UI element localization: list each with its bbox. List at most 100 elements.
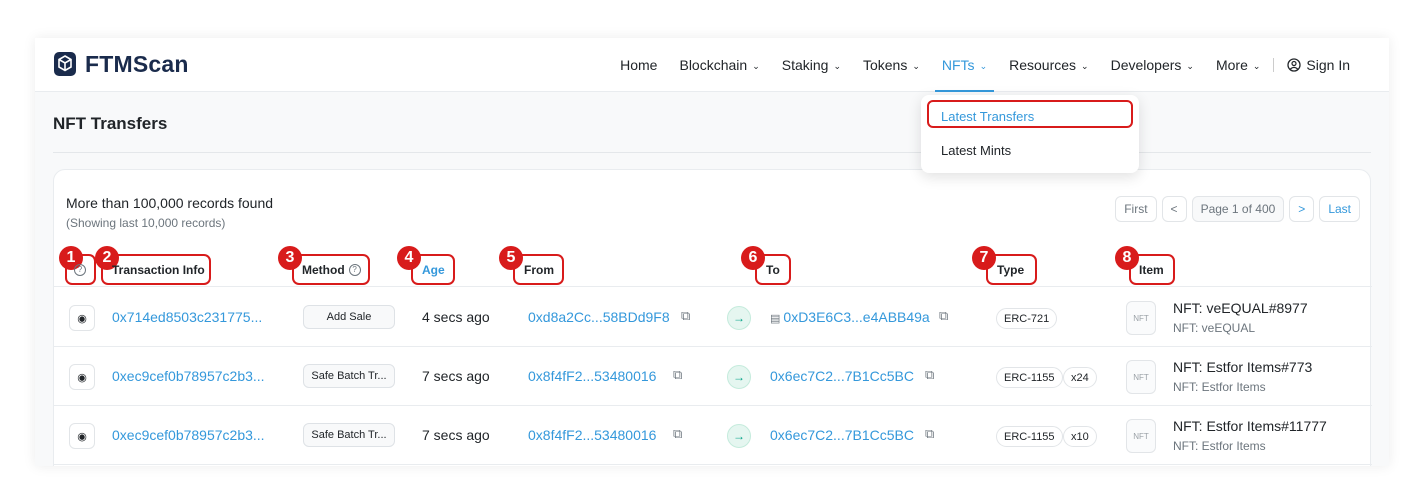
eye-icon[interactable]: ◉ <box>69 423 95 449</box>
age-text: 7 secs ago <box>422 368 490 384</box>
column-label: Method <box>302 262 345 277</box>
annotation-badge: 8 <box>1115 246 1139 270</box>
method-badge: Safe Batch Tr... <box>303 423 395 447</box>
nav-label: Developers <box>1110 57 1182 73</box>
sign-in-label: Sign In <box>1306 57 1350 73</box>
chevron-down-icon: ⌄ <box>1186 60 1194 71</box>
nav-label: Blockchain <box>679 57 748 73</box>
copy-icon[interactable]: ⧉ <box>939 308 948 324</box>
to-address-text: 0xD3E6C3...e4ABB49a <box>783 309 930 325</box>
contract-doc-icon: ▤ <box>770 313 781 325</box>
arrow-right-icon: → <box>727 306 751 330</box>
age-text: 4 secs ago <box>422 309 490 325</box>
nav-blockchain[interactable]: Blockchain ⌄ <box>668 38 770 92</box>
eye-icon[interactable]: ◉ <box>69 364 95 390</box>
item-collection: NFT: Estfor Items <box>1173 439 1266 453</box>
question-icon: ? <box>74 263 86 276</box>
tx-hash-link[interactable]: 0x714ed8503c231775... <box>112 309 262 325</box>
nav-label: Home <box>620 57 658 73</box>
column-label: Type <box>997 262 1025 277</box>
token-standard-badge: ERC-1155 <box>996 367 1063 388</box>
item-name[interactable]: NFT: Estfor Items#11777 <box>1173 418 1327 434</box>
nav-label: Tokens <box>862 57 908 73</box>
last-page-button[interactable]: Last <box>1319 196 1360 222</box>
from-address-link[interactable]: 0x8f4fF2...53480016 <box>528 368 656 384</box>
to-address-link[interactable]: 0x6ec7C2...7B1Cc5BC <box>770 368 914 384</box>
col-info-icon[interactable]: ? <box>74 255 86 284</box>
annotation-badge: 3 <box>278 246 302 270</box>
col-age[interactable]: Age <box>422 255 445 284</box>
table-row: ◉ 0xec9cef0b78957c2b3... Safe Batch Tr..… <box>54 406 1372 465</box>
age-text: 7 secs ago <box>422 427 490 443</box>
brand-logo[interactable]: FTMScan <box>53 50 189 78</box>
col-type: Type <box>997 255 1024 284</box>
item-name[interactable]: NFT: veEQUAL#8977 <box>1173 300 1308 316</box>
nav-more[interactable]: More ⌄ <box>1205 38 1271 92</box>
method-badge: Safe Batch Tr... <box>303 364 395 388</box>
records-count: More than 100,000 records found <box>66 195 274 211</box>
chevron-down-icon: ⌄ <box>979 60 988 71</box>
nft-thumbnail[interactable]: NFT <box>1126 419 1156 453</box>
nav-resources[interactable]: Resources ⌄ <box>998 38 1099 92</box>
table-header: 1 ? 2 Transaction Info 3 Method? 4 Age 5… <box>54 246 1372 287</box>
copy-icon[interactable]: ⧉ <box>673 367 682 383</box>
chevron-down-icon: ⌄ <box>752 60 760 71</box>
question-icon[interactable]: ? <box>348 263 361 276</box>
browser-page: FTMScan Home Blockchain ⌄ Staking ⌄ Tokens… <box>35 38 1389 466</box>
nav-label: NFTs <box>941 57 975 73</box>
col-from: From <box>524 255 554 284</box>
from-address-link[interactable]: 0x8f4fF2...53480016 <box>528 427 656 443</box>
brand-name: FTMScan <box>85 50 189 77</box>
nft-thumbnail[interactable]: NFT <box>1126 301 1156 335</box>
item-name[interactable]: NFT: Estfor Items#773 <box>1173 359 1312 375</box>
table-row: ◉ 0x714ed8503c231775... Add Sale 4 secs … <box>54 288 1372 347</box>
page-indicator: Page 1 of 400 <box>1191 196 1285 222</box>
from-address-link[interactable]: 0xd8a2Cc...58BDd9F8 <box>528 309 670 325</box>
records-showing: (Showing last 10,000 records) <box>66 216 226 230</box>
copy-icon[interactable]: ⧉ <box>925 367 934 383</box>
nav-label: Resources <box>1009 57 1077 73</box>
divider <box>53 152 1371 153</box>
page-title: NFT Transfers <box>53 114 168 133</box>
user-circle-icon <box>1287 58 1302 72</box>
copy-icon[interactable]: ⧉ <box>673 426 682 442</box>
transfers-card: More than 100,000 records found (Showing… <box>53 169 1372 466</box>
column-label: Transaction Info <box>112 262 205 277</box>
menu-item-latest-mints[interactable]: Latest Mints <box>941 143 1011 158</box>
next-page-button[interactable]: > <box>1289 196 1315 222</box>
chevron-down-icon: ⌄ <box>1252 60 1261 71</box>
nav-staking[interactable]: Staking ⌄ <box>771 38 852 92</box>
nav-label: Staking <box>781 57 829 73</box>
prev-page-button[interactable]: < <box>1161 196 1187 222</box>
nav-developers[interactable]: Developers ⌄ <box>1100 38 1205 92</box>
to-address-link[interactable]: 0x6ec7C2...7B1Cc5BC <box>770 427 914 443</box>
col-method: Method? <box>302 255 361 284</box>
main-nav: Home Blockchain ⌄ Staking ⌄ Tokens ⌄ NFTs ⌄ … <box>609 38 1361 92</box>
tx-hash-link[interactable]: 0xec9cef0b78957c2b3... <box>112 368 265 384</box>
nav-tokens[interactable]: Tokens ⌄ <box>852 38 931 92</box>
annotation-badge: 4 <box>397 246 421 270</box>
method-badge: Add Sale <box>303 305 395 329</box>
annotation-badge: 7 <box>972 246 996 270</box>
col-to: To <box>766 255 780 284</box>
eye-icon[interactable]: ◉ <box>69 305 95 331</box>
menu-item-latest-transfers[interactable]: Latest Transfers <box>941 109 1034 124</box>
sign-in-link[interactable]: Sign In <box>1276 38 1361 92</box>
table-row: ◉ 0xec9cef0b78957c2b3... Safe Batch Tr..… <box>54 347 1372 406</box>
column-label: To <box>766 262 780 277</box>
copy-icon[interactable]: ⧉ <box>925 426 934 442</box>
site-header: FTMScan Home Blockchain ⌄ Staking ⌄ Tokens… <box>35 38 1389 92</box>
nav-nfts[interactable]: NFTs ⌄ <box>931 38 998 92</box>
nft-thumbnail[interactable]: NFT <box>1126 360 1156 394</box>
arrow-right-icon: → <box>727 365 751 389</box>
copy-icon[interactable]: ⧉ <box>681 308 690 324</box>
to-address-link[interactable]: ▤ 0xD3E6C3...e4ABB49a <box>770 309 930 325</box>
tx-hash-link[interactable]: 0xec9cef0b78957c2b3... <box>112 427 265 443</box>
first-page-button[interactable]: First <box>1115 196 1157 222</box>
col-transaction-info: Transaction Info <box>112 255 205 284</box>
chevron-down-icon: ⌄ <box>912 60 920 71</box>
annotation-badge: 5 <box>499 246 523 270</box>
token-standard-badge: ERC-1155 <box>996 426 1063 447</box>
nav-divider <box>1273 58 1275 72</box>
nav-home[interactable]: Home <box>609 38 668 92</box>
